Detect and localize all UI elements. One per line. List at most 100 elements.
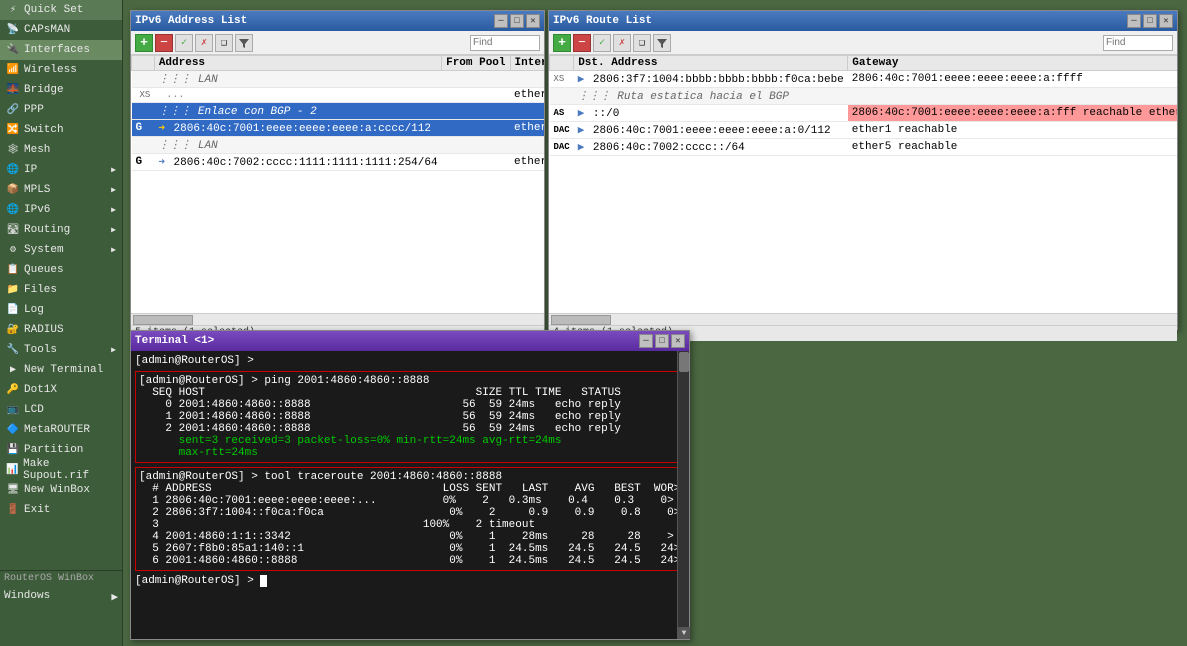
ipv6-address-toolbar: + − ✓ ✗ ❑ <box>131 31 544 55</box>
sidebar-item-bridge[interactable]: 🌉 Bridge <box>0 80 122 100</box>
sidebar-item-quickset[interactable]: ⚡ Quick Set <box>0 0 122 20</box>
route-find-input[interactable] <box>1103 35 1173 51</box>
ipv6-address-titlebar[interactable]: IPv6 Address List ─ □ ✕ <box>131 11 544 31</box>
table-row-lan2-group[interactable]: ⋮⋮⋮ LAN <box>132 137 545 154</box>
terminal-close-btn[interactable]: ✕ <box>671 334 685 348</box>
route-filter-btn[interactable] <box>653 34 671 52</box>
terminal-scroll-thumb[interactable] <box>679 352 689 372</box>
sidebar-item-radius[interactable]: 🔐 RADIUS <box>0 320 122 340</box>
windows-label[interactable]: Windows ▶ <box>0 588 122 606</box>
route-add-btn[interactable]: + <box>553 34 571 52</box>
horizontal-scrollbar[interactable] <box>131 313 544 325</box>
terminal-scrollbar[interactable]: ▼ <box>677 351 689 639</box>
col-interface[interactable]: Interface <box>510 56 544 71</box>
route-horizontal-scrollbar[interactable] <box>549 313 1177 325</box>
ipv6-route-titlebar[interactable]: IPv6 Route List ─ □ ✕ <box>549 11 1177 31</box>
ipv6-address-title: IPv6 Address List <box>135 15 247 27</box>
table-row-dac1[interactable]: DAC ▶ 2806:40c:7001:eeee:eeee:eeee:a:0/1… <box>550 122 1178 139</box>
queues-icon: 📋 <box>6 263 20 277</box>
find-input[interactable] <box>470 35 540 51</box>
disable-btn[interactable]: ✗ <box>195 34 213 52</box>
routing-icon: 🛣 <box>6 223 20 237</box>
table-row-lan-addr[interactable]: G ➜ 2806:40c:7002:cccc:1111:1111:1111:25… <box>132 154 545 171</box>
col-flag <box>132 56 155 71</box>
table-row-dac2[interactable]: DAC ▶ 2806:40c:7002:cccc::/64 ether5 rea… <box>550 139 1178 156</box>
addr-icon-blue: ➜ <box>158 157 165 169</box>
sidebar-item-ip[interactable]: 🌐 IP ▶ <box>0 160 122 180</box>
ping-row-2: 2 2001:4860:4860::8888 56 59 24ms echo r… <box>139 423 681 435</box>
route-remove-btn[interactable]: − <box>573 34 591 52</box>
trace-row-1: 1 2806:40c:7001:eeee:eeee:eeee:... 0% 2 … <box>139 495 681 507</box>
maximize-btn[interactable]: □ <box>510 14 524 28</box>
sidebar-item-log[interactable]: 📄 Log <box>0 300 122 320</box>
route-col-flag <box>550 56 574 71</box>
sidebar-item-dot1x[interactable]: 🔑 Dot1X <box>0 380 122 400</box>
minimize-btn[interactable]: ─ <box>494 14 508 28</box>
sidebar-item-supout[interactable]: 📊 Make Supout.rif <box>0 460 122 480</box>
ipv6-route-window: IPv6 Route List ─ □ ✕ + − ✓ ✗ ❑ Dst. Add… <box>548 10 1178 330</box>
route-scroll-handle[interactable] <box>551 315 611 325</box>
ip-icon: 🌐 <box>6 163 20 177</box>
sidebar-item-new-winbox[interactable]: 🖥 New WinBox <box>0 480 122 500</box>
ipv6-route-toolbar: + − ✓ ✗ ❑ <box>549 31 1177 55</box>
scroll-handle[interactable] <box>133 315 193 325</box>
tools-arrow: ▶ <box>111 345 116 355</box>
route-close-btn[interactable]: ✕ <box>1159 14 1173 28</box>
route-copy-btn[interactable]: ❑ <box>633 34 651 52</box>
sidebar-item-exit[interactable]: 🚪 Exit <box>0 500 122 520</box>
remove-btn[interactable]: − <box>155 34 173 52</box>
ppp-icon: 🔗 <box>6 103 20 117</box>
sidebar-item-routing[interactable]: 🛣 Routing ▶ <box>0 220 122 240</box>
sidebar-item-metarouter[interactable]: 🔷 MetaROUTER <box>0 420 122 440</box>
trace-row-6: 6 2001:4860:4860::8888 0% 1 24.5ms 24.5 … <box>139 555 681 567</box>
sidebar-item-system[interactable]: ⚙ System ▶ <box>0 240 122 260</box>
sidebar-item-tools[interactable]: 🔧 Tools ▶ <box>0 340 122 360</box>
sidebar-item-partition[interactable]: 💾 Partition <box>0 440 122 460</box>
capsman-icon: 📡 <box>6 23 20 37</box>
route-enable-btn[interactable]: ✓ <box>593 34 611 52</box>
wireless-icon: 📶 <box>6 63 20 77</box>
close-btn[interactable]: ✕ <box>526 14 540 28</box>
add-btn[interactable]: + <box>135 34 153 52</box>
terminal-maximize-btn[interactable]: □ <box>655 334 669 348</box>
terminal-minimize-btn[interactable]: ─ <box>639 334 653 348</box>
filter-btn[interactable] <box>235 34 253 52</box>
table-row[interactable]: XS ... ether5 <box>132 88 545 103</box>
sidebar-item-interfaces[interactable]: 🔌 Interfaces <box>0 40 122 60</box>
sidebar-item-mesh[interactable]: 🕸 Mesh <box>0 140 122 160</box>
table-row-bgp-addr[interactable]: G ➜ 2806:40c:7001:eeee:eeee:eeee:a:cccc/… <box>132 120 545 137</box>
route-disable-btn[interactable]: ✗ <box>613 34 631 52</box>
route-minimize-btn[interactable]: ─ <box>1127 14 1141 28</box>
scroll-down-btn[interactable]: ▼ <box>678 627 690 639</box>
sidebar-item-files[interactable]: 📁 Files <box>0 280 122 300</box>
table-row-as[interactable]: AS ▶ ::/0 2806:40c:7001:eeee:eeee:eeee:a… <box>550 105 1178 122</box>
sidebar-item-new-terminal[interactable]: ▶ New Terminal <box>0 360 122 380</box>
enable-btn[interactable]: ✓ <box>175 34 193 52</box>
terminal-content[interactable]: [admin@RouterOS] > [admin@RouterOS] > pi… <box>131 351 689 639</box>
route-maximize-btn[interactable]: □ <box>1143 14 1157 28</box>
sidebar-item-switch[interactable]: 🔀 Switch <box>0 120 122 140</box>
table-row[interactable]: XS ▶ 2806:3f7:1004:bbbb:bbbb:bbbb:f0ca:b… <box>550 71 1178 88</box>
col-from-pool[interactable]: From Pool <box>442 56 510 71</box>
metarouter-icon: 🔷 <box>6 423 20 437</box>
sidebar-item-mpls[interactable]: 📦 MPLS ▶ <box>0 180 122 200</box>
copy-btn[interactable]: ❑ <box>215 34 233 52</box>
window-controls: ─ □ ✕ <box>494 14 540 28</box>
route-col-dst[interactable]: Dst. Address <box>574 56 848 71</box>
route-col-gateway[interactable]: Gateway ▼ <box>848 56 1177 71</box>
sidebar-item-ipv6[interactable]: 🌐 IPv6 ▶ <box>0 200 122 220</box>
ipv6-address-table: Address From Pool Interface ⋮⋮⋮ LAN XS .… <box>131 55 544 171</box>
sidebar-item-ppp[interactable]: 🔗 PPP <box>0 100 122 120</box>
terminal-titlebar[interactable]: Terminal <1> ─ □ ✕ <box>131 331 689 351</box>
ip-arrow: ▶ <box>111 165 116 175</box>
ipv6-route-title: IPv6 Route List <box>553 15 652 27</box>
sidebar-item-queues[interactable]: 📋 Queues <box>0 260 122 280</box>
table-row[interactable]: ⋮⋮⋮ LAN <box>132 71 545 88</box>
sidebar-item-lcd[interactable]: 📺 LCD <box>0 400 122 420</box>
terminal-pre-ping: [admin@RouterOS] > <box>135 355 685 367</box>
table-row-bgp-group[interactable]: ⋮⋮⋮ Enlace con BGP - 2 <box>132 103 545 120</box>
col-address[interactable]: Address <box>154 56 441 71</box>
table-row-ruta-group[interactable]: ⋮⋮⋮ Ruta estatica hacia el BGP <box>550 88 1178 105</box>
sidebar-item-wireless[interactable]: 📶 Wireless <box>0 60 122 80</box>
sidebar-item-capsman[interactable]: 📡 CAPsMAN <box>0 20 122 40</box>
